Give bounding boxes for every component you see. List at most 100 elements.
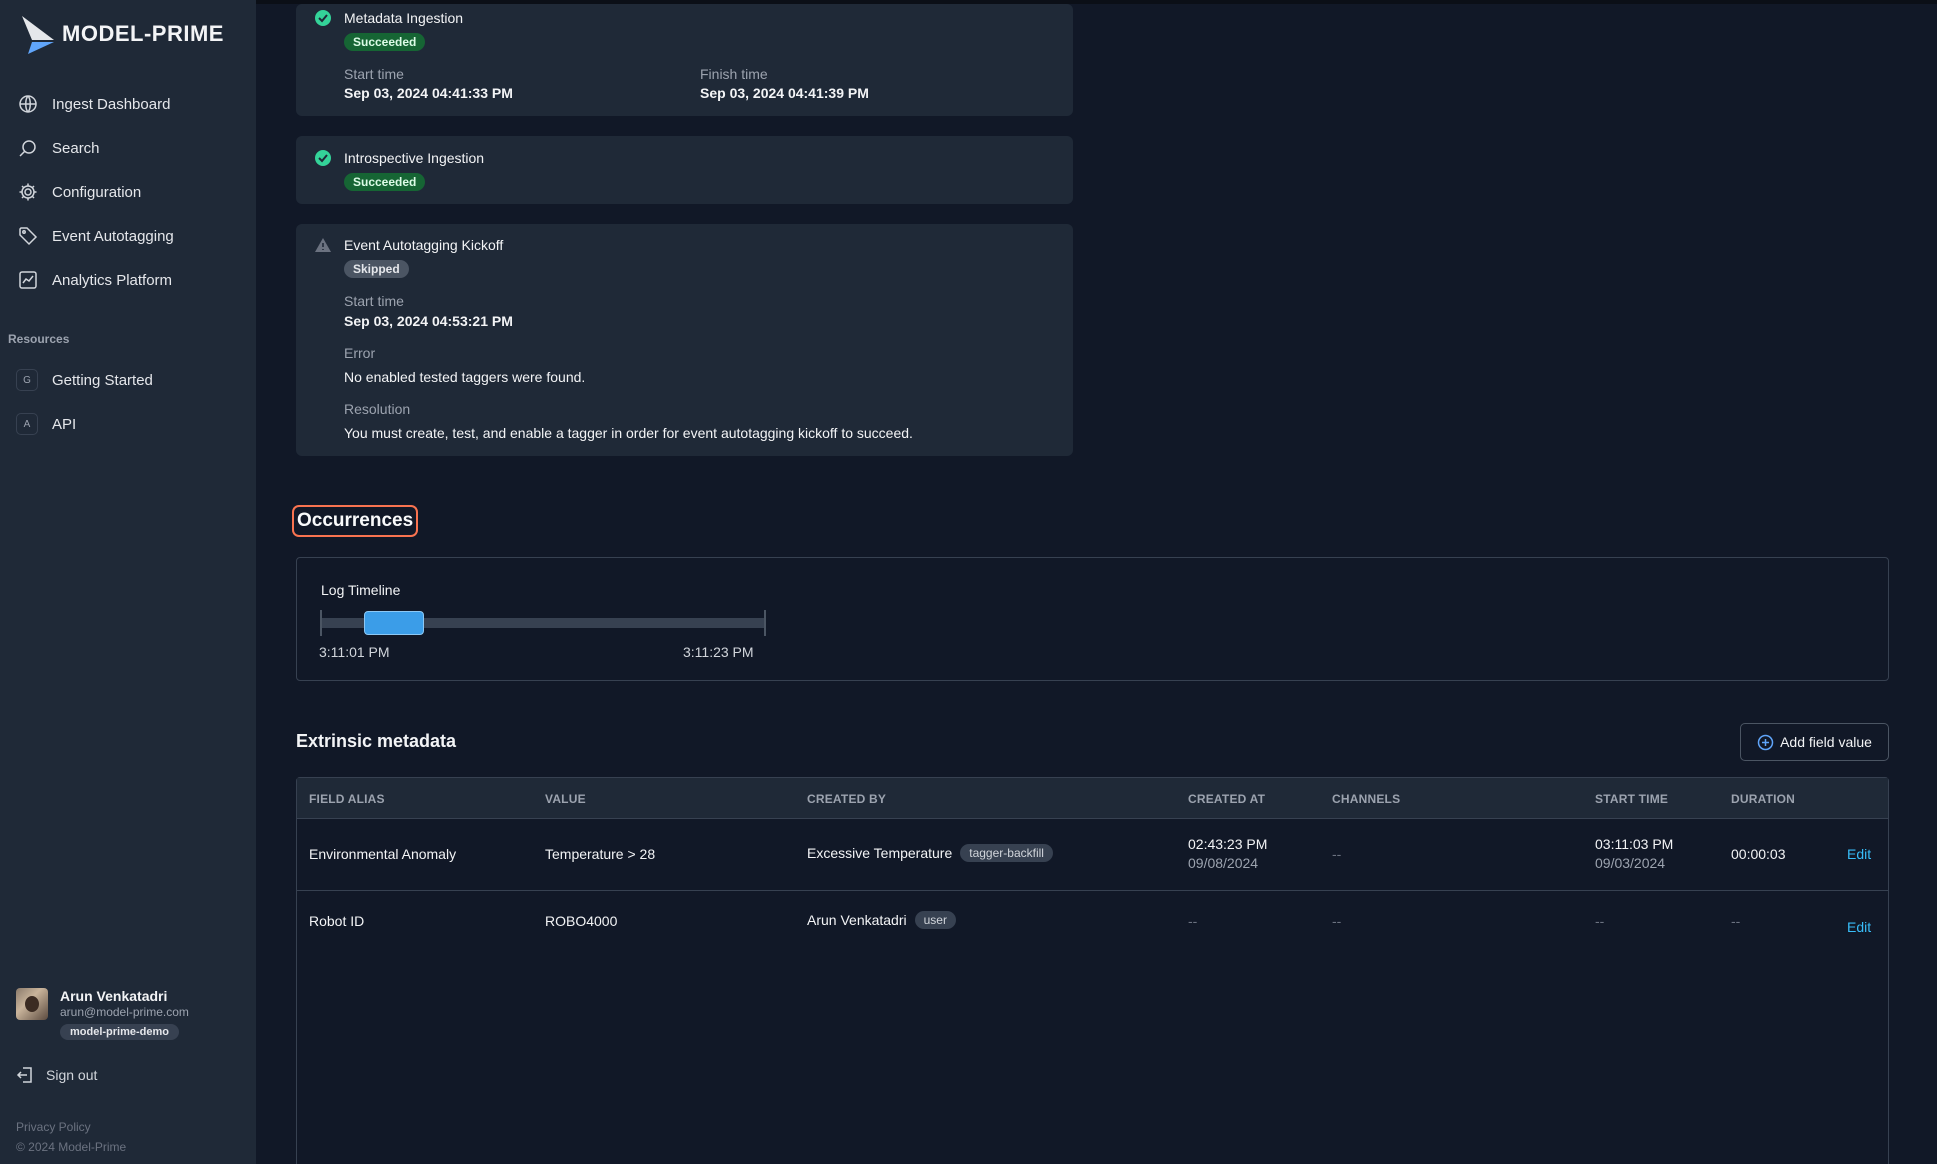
created-by-name: Arun Venkatadri <box>807 912 907 928</box>
warning-icon <box>315 238 331 252</box>
nav-label: Event Autotagging <box>52 227 174 245</box>
tag-icon <box>16 224 40 248</box>
edit-button[interactable]: Edit <box>1847 919 1871 935</box>
user-name: Arun Venkatadri <box>60 988 168 1004</box>
step-card-metadata-ingestion: Metadata Ingestion Succeeded Start time … <box>296 4 1073 116</box>
step-title: Event Autotagging Kickoff <box>344 237 504 253</box>
start-time-value: Sep 03, 2024 04:41:33 PM <box>344 85 513 101</box>
tagger-badge: tagger-backfill <box>960 844 1053 862</box>
status-badge: Skipped <box>344 260 409 278</box>
timeline-end-tick <box>764 610 766 636</box>
brand-name: MODEL-PRIME <box>62 21 224 46</box>
nav-event-autotagging[interactable]: Event Autotagging <box>0 214 256 258</box>
nav-analytics-platform[interactable]: Analytics Platform <box>0 258 256 302</box>
duration-cell: 00:00:03 <box>1731 846 1786 862</box>
step-title: Introspective Ingestion <box>344 150 485 166</box>
sign-out-button[interactable]: Sign out <box>16 1066 97 1084</box>
column-start-time[interactable]: START TIME <box>1595 792 1668 806</box>
nav-label: Analytics Platform <box>52 271 173 289</box>
nav-label: Search <box>52 139 100 157</box>
org-badge: model-prime-demo <box>60 1024 180 1040</box>
error-label: Error <box>344 345 376 361</box>
channels-cell: -- <box>1332 913 1342 929</box>
check-circle-icon <box>315 10 331 26</box>
status-badge: Succeeded <box>344 33 426 51</box>
timeline-occurrence-window[interactable] <box>364 611 424 635</box>
sign-out-label: Sign out <box>46 1067 98 1083</box>
start-time-cell: 03:11:03 PM 09/03/2024 <box>1595 836 1673 871</box>
step-card-event-autotagging-kickoff: Event Autotagging Kickoff Skipped Start … <box>296 224 1073 456</box>
start-time-label: Start time <box>344 66 404 82</box>
finish-time-label: Finish time <box>700 66 768 82</box>
search-icon <box>16 136 40 160</box>
created-at-cell: -- <box>1188 913 1198 929</box>
extrinsic-metadata-heading: Extrinsic metadata <box>296 731 457 751</box>
sign-out-icon <box>16 1067 32 1083</box>
extrinsic-metadata-table: FIELD ALIAS VALUE CREATED BY CREATED AT … <box>296 777 1889 1164</box>
column-created-by[interactable]: CREATED BY <box>807 792 886 806</box>
nav-label: API <box>52 415 77 433</box>
user-badge: user <box>914 911 956 929</box>
chart-icon <box>16 268 40 292</box>
table-row: Environmental Anomaly Temperature > 28 E… <box>297 819 1888 891</box>
created-by-name: Excessive Temperature <box>807 845 953 861</box>
column-created-at[interactable]: CREATED AT <box>1188 792 1265 806</box>
getting-started-letter-icon: G <box>16 369 38 391</box>
resolution-label: Resolution <box>344 401 411 417</box>
nav-ingest-dashboard[interactable]: Ingest Dashboard <box>0 82 256 126</box>
log-timeline-label: Log Timeline <box>321 582 401 598</box>
timeline-end-time: 3:11:23 PM <box>683 644 754 660</box>
column-channels[interactable]: CHANNELS <box>1332 792 1400 806</box>
field-alias-cell: Environmental Anomaly <box>309 846 457 862</box>
step-title: Metadata Ingestion <box>344 10 464 26</box>
start-date: 09/03/2024 <box>1595 855 1666 871</box>
gear-icon <box>16 180 40 204</box>
user-profile[interactable]: Arun Venkatadri arun@model-prime.com mod… <box>16 988 189 1040</box>
privacy-policy-link[interactable]: Privacy Policy <box>16 1120 91 1134</box>
step-card-introspective-ingestion: Introspective Ingestion Succeeded <box>296 136 1073 204</box>
nav-search[interactable]: Search <box>0 126 256 170</box>
avatar <box>16 988 48 1020</box>
start-time-value: Sep 03, 2024 04:53:21 PM <box>344 313 513 329</box>
nav-label: Ingest Dashboard <box>52 95 171 113</box>
column-field-alias[interactable]: FIELD ALIAS <box>309 792 385 806</box>
value-cell: Temperature > 28 <box>545 846 656 862</box>
add-field-value-button[interactable]: Add field value <box>1740 723 1889 761</box>
nav-label: Configuration <box>52 183 142 201</box>
log-timeline-card: Log Timeline 3:11:01 PM 3:11:23 PM <box>296 557 1889 681</box>
copyright: © 2024 Model-Prime <box>16 1140 127 1154</box>
field-alias-cell: Robot ID <box>309 913 365 929</box>
nav-configuration[interactable]: Configuration <box>0 170 256 214</box>
timeline-start-tick <box>320 610 322 636</box>
start-time-label: Start time <box>344 293 404 309</box>
created-at-date: 09/08/2024 <box>1188 855 1259 871</box>
nav-getting-started[interactable]: G Getting Started <box>0 358 256 402</box>
check-circle-icon <box>315 150 331 166</box>
created-by-cell: Arun Venkatadri user <box>807 911 956 929</box>
error-message: No enabled tested taggers were found. <box>344 369 586 385</box>
nav-api[interactable]: A API <box>0 402 256 446</box>
status-badge: Succeeded <box>344 173 426 191</box>
channels-cell: -- <box>1332 846 1342 862</box>
model-prime-logo-icon <box>22 16 54 54</box>
timeline-start-time: 3:11:01 PM <box>319 644 390 660</box>
add-field-value-label: Add field value <box>1780 734 1872 750</box>
main-content: Metadata Ingestion Succeeded Start time … <box>256 0 1937 1164</box>
column-duration[interactable]: DURATION <box>1731 792 1795 806</box>
column-value[interactable]: VALUE <box>545 792 586 806</box>
brand-logo[interactable]: MODEL-PRIME <box>18 12 224 56</box>
sidebar: MODEL-PRIME Ingest Dashboard Search Conf… <box>0 0 256 1164</box>
finish-time-value: Sep 03, 2024 04:41:39 PM <box>700 85 869 101</box>
duration-cell: -- <box>1731 913 1741 929</box>
resolution-message: You must create, test, and enable a tagg… <box>344 425 913 441</box>
table-header: FIELD ALIAS VALUE CREATED BY CREATED AT … <box>297 778 1888 819</box>
user-email: arun@model-prime.com <box>60 1005 189 1019</box>
main-nav: Ingest Dashboard Search Configuration Ev… <box>0 82 256 302</box>
nav-label: Getting Started <box>52 371 153 389</box>
plus-circle-icon <box>1757 734 1774 751</box>
start-time: 03:11:03 PM <box>1595 836 1674 852</box>
user-info: Arun Venkatadri arun@model-prime.com mod… <box>60 988 189 1040</box>
resources-heading: Resources <box>8 332 70 346</box>
edit-button[interactable]: Edit <box>1847 846 1871 862</box>
resources-nav: G Getting Started A API <box>0 358 256 446</box>
